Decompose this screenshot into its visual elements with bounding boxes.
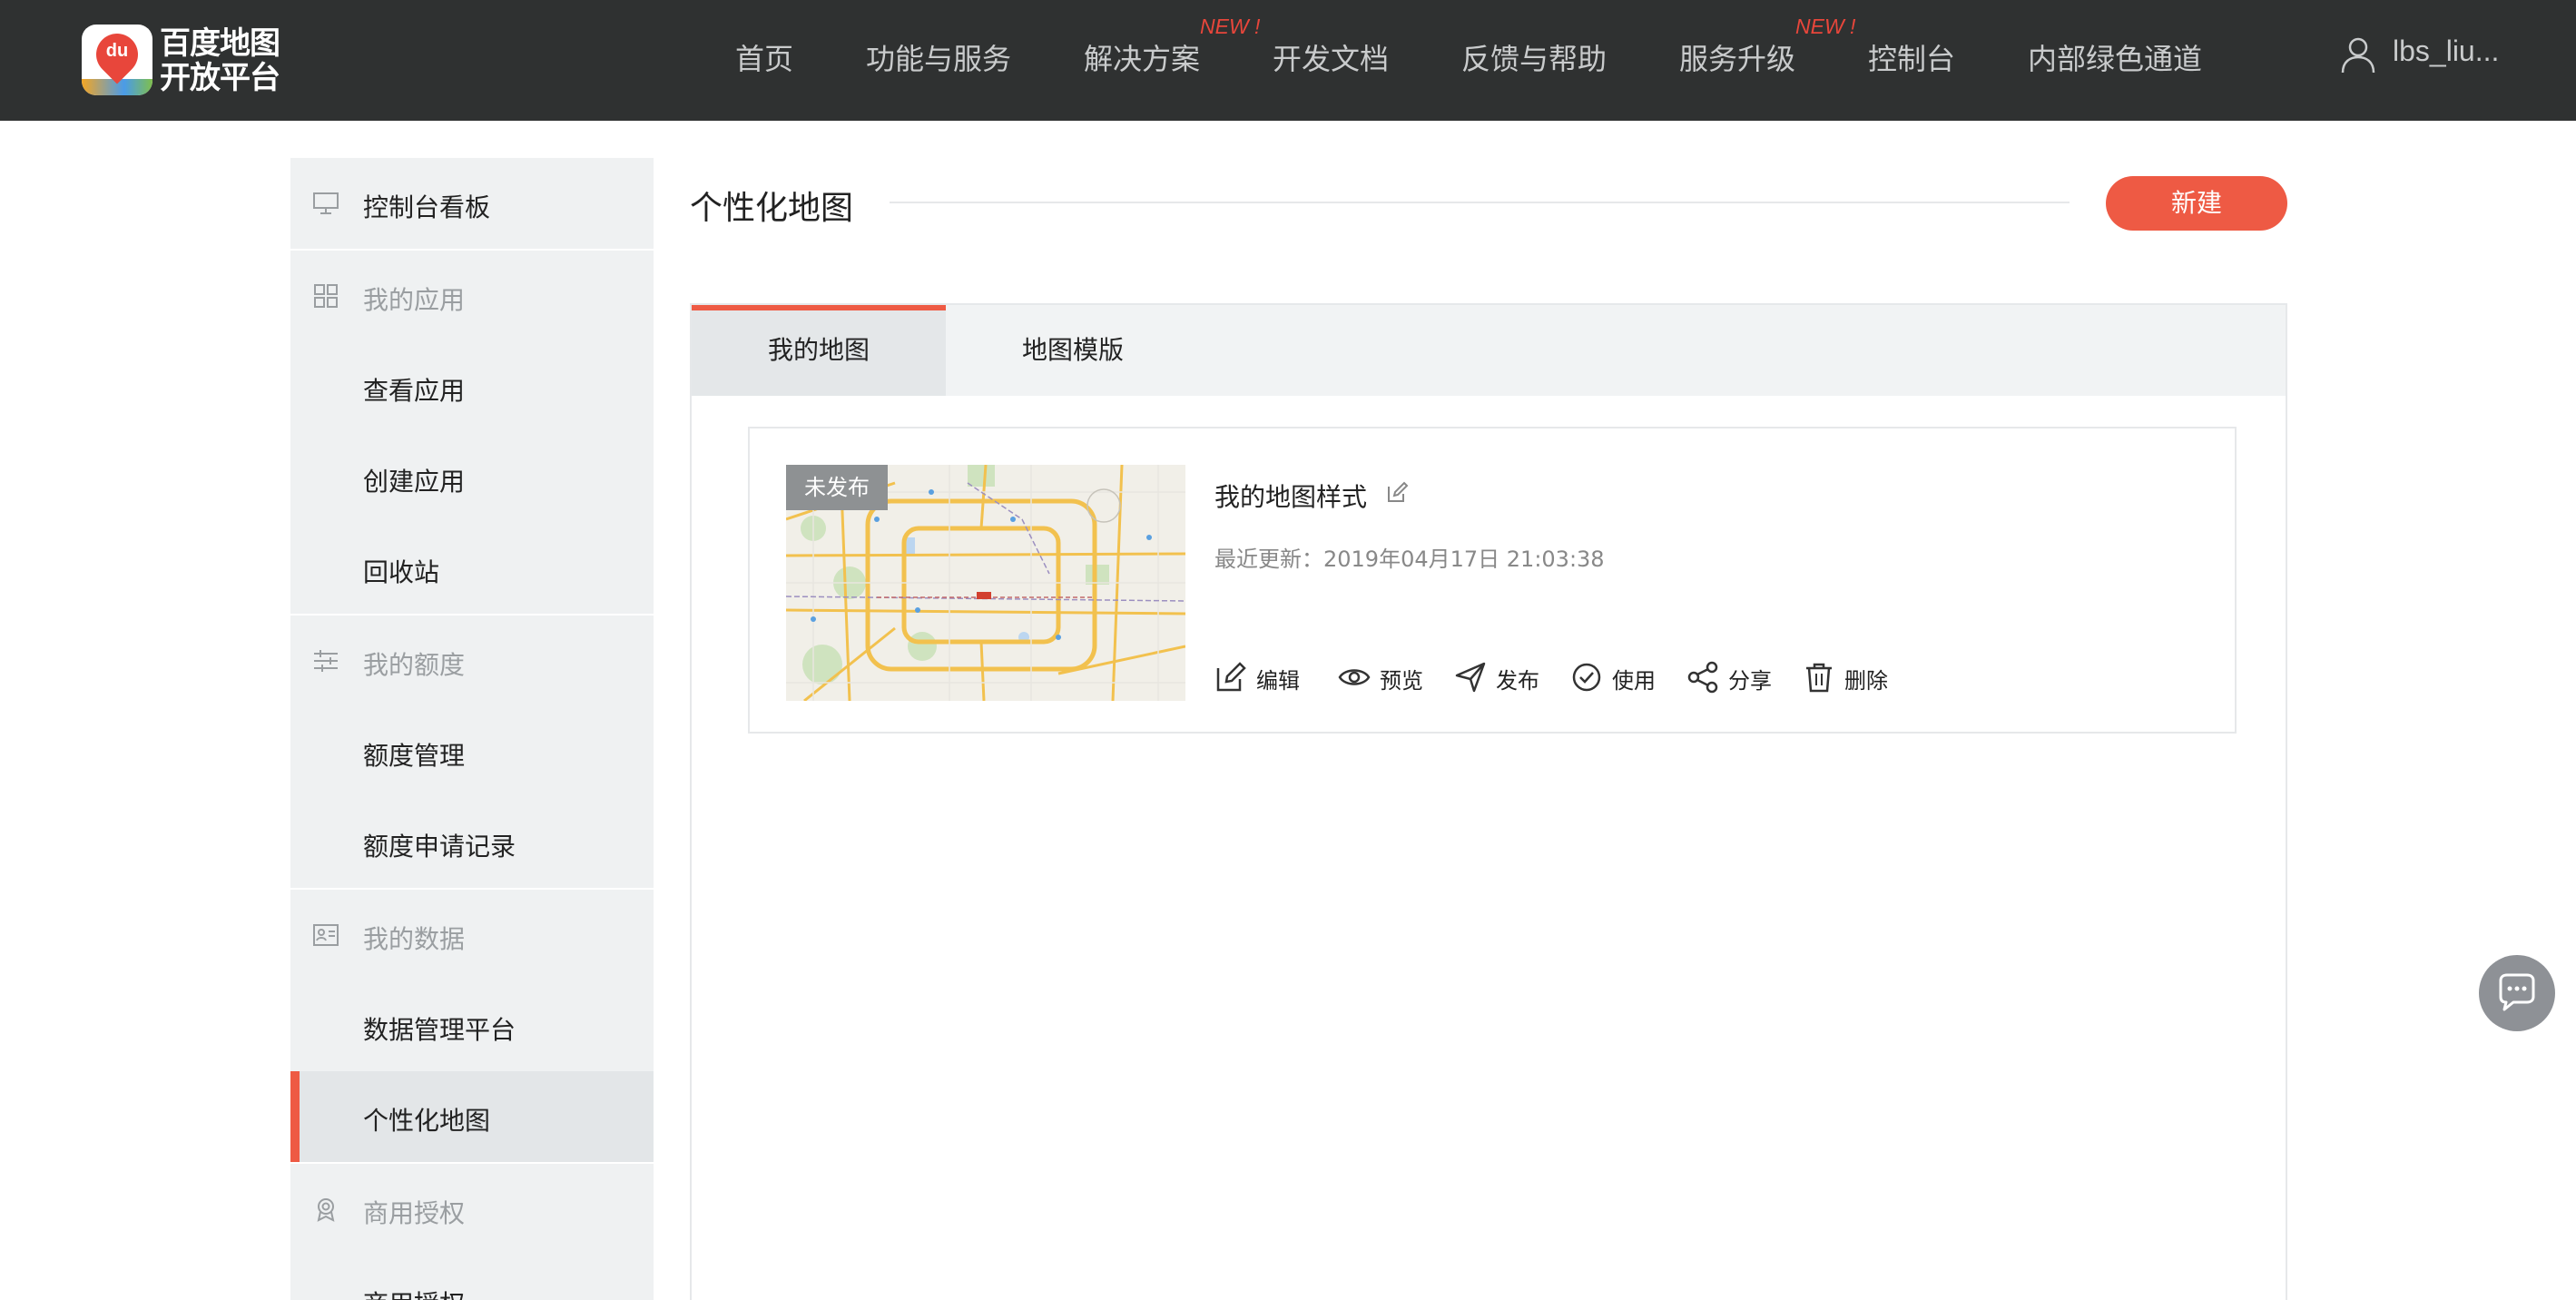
- share-icon: [1686, 661, 1719, 694]
- sidebar-item-view-apps[interactable]: 查看应用: [290, 341, 654, 432]
- publish-action[interactable]: 发布: [1454, 659, 1545, 695]
- sidebar-item-custom-map[interactable]: 个性化地图: [290, 1071, 654, 1162]
- chat-support-button[interactable]: [2479, 955, 2555, 1031]
- nav-solutions-new-badge: NEW !: [1200, 15, 1260, 39]
- user-icon: [2338, 34, 2378, 74]
- logo-badge-text: du: [96, 41, 138, 62]
- publish-action-label: 发布: [1496, 663, 1539, 694]
- delete-action[interactable]: 删除: [1803, 659, 1893, 695]
- nav-home[interactable]: 首页: [735, 36, 793, 78]
- monitor-icon: [312, 191, 339, 216]
- sidebar-group-label: 我的额度: [363, 645, 465, 682]
- send-icon: [1454, 661, 1487, 694]
- edit-action[interactable]: 编辑: [1214, 659, 1314, 695]
- sidebar-item-label: 额度管理: [363, 736, 465, 773]
- top-navbar: du 百度地图 开放平台 首页 功能与服务 解决方案 NEW ! 开发文档 反馈…: [0, 0, 2576, 121]
- use-action[interactable]: 使用: [1570, 659, 1661, 695]
- sidebar-item-create-app[interactable]: 创建应用: [290, 432, 654, 523]
- sidebar-group-my-quota[interactable]: 我的额度: [290, 616, 654, 706]
- trash-icon: [1803, 661, 1835, 694]
- edit-action-label: 编辑: [1256, 663, 1300, 694]
- edit-title-icon[interactable]: [1385, 481, 1409, 505]
- check-circle-icon: [1570, 661, 1603, 694]
- sidebar-item-commercial-license[interactable]: 商用授权: [290, 1255, 654, 1300]
- sidebar-item-label: 控制台看板: [363, 188, 490, 224]
- sidebar-item-label: 查看应用: [363, 371, 465, 408]
- nav-solutions[interactable]: 解决方案: [1084, 36, 1200, 78]
- sidebar-group-my-data[interactable]: 我的数据: [290, 890, 654, 980]
- sidebar-item-label: 额度申请记录: [363, 827, 516, 863]
- sidebar-group-label: 我的数据: [363, 920, 465, 956]
- award-icon: [312, 1197, 339, 1222]
- sliders-icon: [312, 648, 339, 674]
- sidebar-item-label: 回收站: [363, 553, 439, 589]
- eye-icon: [1338, 661, 1371, 694]
- tab-map-templates[interactable]: 地图模版: [946, 305, 1200, 396]
- map-style-card: 未发布 我的地图样式 最近更新：2019年04月17日 21:03:38 编辑 …: [748, 427, 2237, 734]
- share-action[interactable]: 分享: [1686, 659, 1777, 695]
- sidebar-item-label: 商用授权: [363, 1285, 465, 1300]
- sidebar-item-quota-management[interactable]: 额度管理: [290, 706, 654, 797]
- preview-action[interactable]: 预览: [1338, 659, 1429, 695]
- last-updated: 最近更新：2019年04月17日 21:03:38: [1214, 541, 1605, 573]
- new-map-button[interactable]: 新建: [2106, 176, 2287, 231]
- delete-action-label: 删除: [1844, 663, 1888, 694]
- nav-upgrade[interactable]: 服务升级: [1679, 36, 1795, 78]
- nav-upgrade-new-badge: NEW !: [1795, 15, 1855, 39]
- id-card-icon: [312, 922, 339, 948]
- nav-console[interactable]: 控制台: [1868, 36, 1955, 78]
- tab-my-maps[interactable]: 我的地图: [692, 305, 946, 396]
- nav-features[interactable]: 功能与服务: [866, 36, 1011, 78]
- tab-bar: 我的地图 地图模版: [692, 305, 2286, 396]
- sidebar-item-data-platform[interactable]: 数据管理平台: [290, 980, 654, 1071]
- chat-icon: [2492, 968, 2542, 1019]
- map-panel: 我的地图 地图模版: [690, 303, 2287, 1300]
- logo-line-2: 开放平台: [160, 61, 296, 95]
- use-action-label: 使用: [1612, 663, 1656, 694]
- sidebar-item-label: 创建应用: [363, 462, 465, 498]
- logo-badge: du: [82, 25, 152, 95]
- sidebar-group-label: 商用授权: [363, 1194, 465, 1230]
- logo-text: 百度地图 开放平台: [160, 26, 296, 95]
- baidu-map-logo[interactable]: du 百度地图 开放平台: [82, 25, 292, 97]
- sidebar-item-label: 个性化地图: [363, 1101, 490, 1138]
- status-badge: 未发布: [786, 465, 888, 510]
- nav-docs[interactable]: 开发文档: [1273, 36, 1389, 78]
- preview-action-label: 预览: [1380, 663, 1423, 694]
- sidebar-item-quota-requests[interactable]: 额度申请记录: [290, 797, 654, 888]
- user-name: lbs_liu...: [2393, 34, 2499, 68]
- nav-feedback[interactable]: 反馈与帮助: [1461, 36, 1607, 78]
- edit-icon: [1214, 661, 1247, 694]
- sidebar-group-label: 我的应用: [363, 281, 465, 317]
- nav-green-channel[interactable]: 内部绿色通道: [2028, 36, 2202, 78]
- sidebar-group-my-apps[interactable]: 我的应用: [290, 251, 654, 341]
- sidebar-item-label: 数据管理平台: [363, 1010, 516, 1047]
- page-title: 个性化地图: [690, 182, 853, 229]
- sidebar-item-dashboard[interactable]: 控制台看板: [290, 158, 654, 249]
- sidebar-item-recycle-bin[interactable]: 回收站: [290, 523, 654, 614]
- map-style-title: 我的地图样式: [1214, 478, 1367, 514]
- share-action-label: 分享: [1728, 663, 1772, 694]
- sidebar-group-commercial[interactable]: 商用授权: [290, 1164, 654, 1255]
- sidebar: 控制台看板 我的应用 查看应用 创建应用 回收站 我的额度 额度管理: [290, 158, 654, 1300]
- title-divider: [890, 202, 2070, 203]
- logo-line-1: 百度地图: [160, 26, 296, 61]
- grid-icon: [312, 283, 339, 309]
